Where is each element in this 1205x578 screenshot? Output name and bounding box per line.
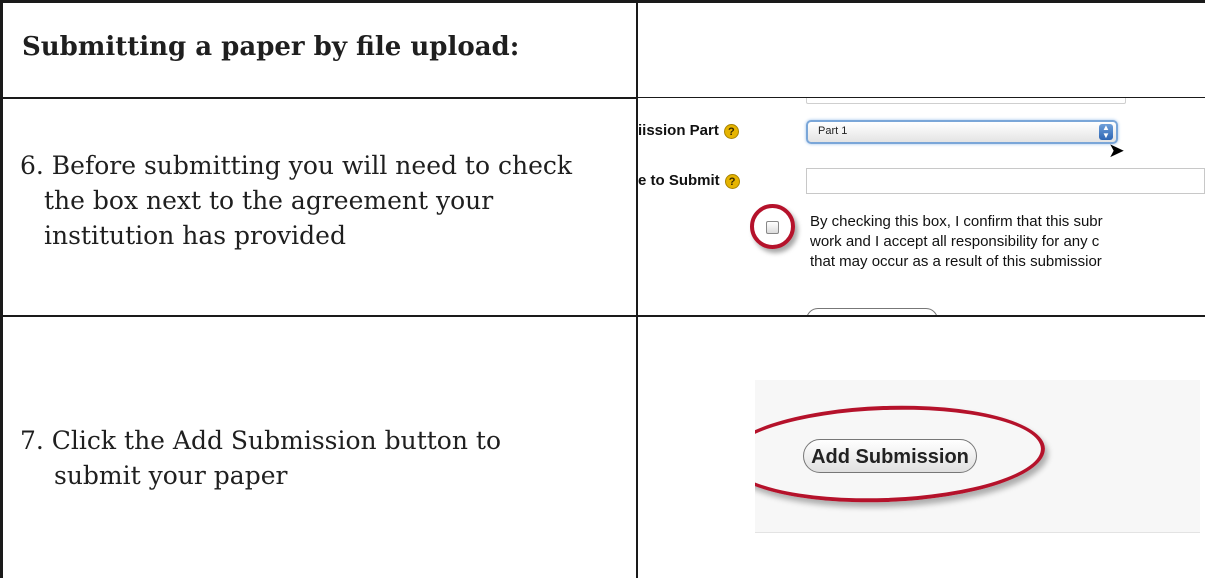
agreement-line-3: that may occur as a result of this submi… (810, 253, 1102, 270)
partial-button[interactable] (806, 308, 938, 315)
add-submission-screenshot: Add Submission (755, 380, 1200, 533)
file-to-submit-label: e to Submit? (638, 172, 740, 189)
step-7-line-2: submit your paper (54, 461, 288, 490)
agreement-line-2: work and I accept all responsibility for… (810, 233, 1100, 250)
help-icon[interactable]: ? (724, 173, 740, 189)
select-value: Part 1 (818, 125, 848, 137)
top-field[interactable] (806, 98, 1126, 104)
checkbox-highlight-circle (750, 204, 795, 249)
file-to-submit-field[interactable] (806, 168, 1205, 194)
table-left-border (0, 0, 3, 578)
step-7-text: 7. Click the Add Submission button to su… (20, 423, 501, 493)
agreement-line-1: By checking this box, I confirm that thi… (810, 213, 1103, 230)
instruction-table: Submitting a paper by file upload: 6. Be… (0, 0, 1205, 578)
step-6-line-2: the box next to the agreement your (44, 186, 494, 215)
mouse-cursor-icon: ➤ (1108, 140, 1125, 162)
table-row-divider-2 (0, 315, 1205, 317)
step-6-line-3: institution has provided (44, 221, 346, 250)
agreement-screenshot: iission Part? Part 1 ▲ ▼ ➤ e to Submit? B… (638, 98, 1205, 315)
page-title: Submitting a paper by file upload: (22, 32, 520, 62)
table-top-border (0, 0, 1205, 3)
submission-part-select[interactable]: Part 1 ▲ ▼ (806, 120, 1118, 144)
help-icon[interactable]: ? (723, 123, 739, 139)
submission-part-label: iission Part? (638, 122, 739, 139)
step-7-line-1: 7. Click the Add Submission button to (20, 426, 501, 455)
step-6-text: 6. Before submitting you will need to ch… (20, 148, 572, 253)
agreement-text: By checking this box, I confirm that thi… (810, 212, 1103, 272)
button-highlight-circle (755, 400, 1047, 508)
step-6-line-1: 6. Before submitting you will need to ch… (20, 151, 573, 180)
